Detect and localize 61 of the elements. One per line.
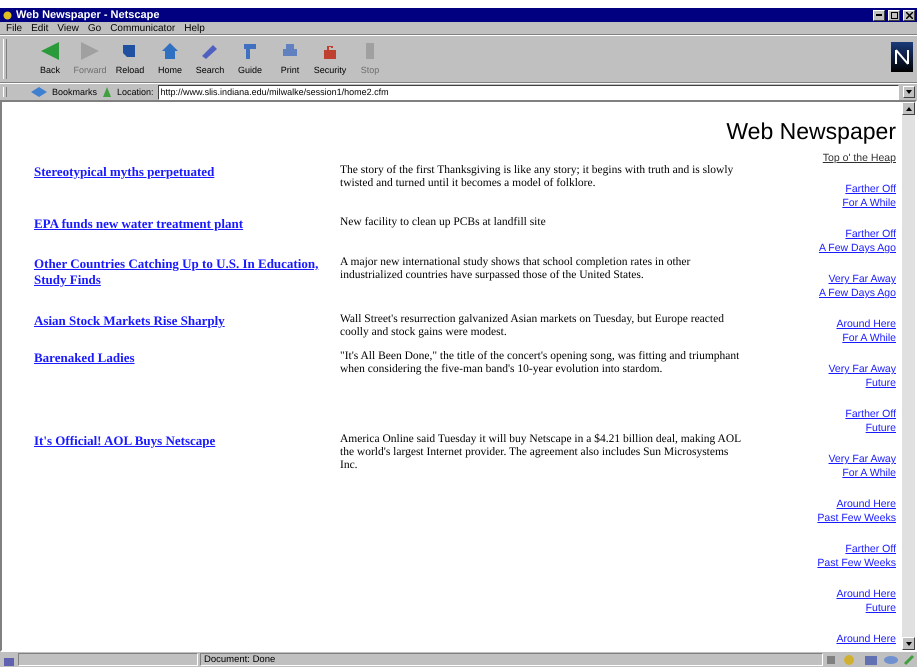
forward-icon: [79, 40, 101, 62]
url-field[interactable]: http://www.slis.indiana.edu/milwalke/session1/home2.cfm: [158, 84, 899, 100]
caret-icon: [906, 90, 912, 94]
logo-icon: [891, 42, 913, 72]
nav-link[interactable]: Very Far Away A Few Days Ago: [818, 272, 896, 300]
up-arrow-icon: [906, 106, 912, 110]
article-summary: The story of the first Thanksgiving is like any story; it begins with truth and is slowly twisted and turned until it becomes a model of folklore.: [340, 164, 734, 191]
headline-link[interactable]: Stereotypical myths perpetuated: [34, 164, 214, 180]
nav-link[interactable]: Around Here For A While: [836, 317, 896, 345]
nav-link[interactable]: Farther Off For A While: [842, 182, 896, 210]
window-title: Web Newspaper - Netscape: [16, 9, 160, 21]
scroll-up-button[interactable]: [902, 102, 915, 115]
toolbar-button[interactable]: Print: [270, 38, 310, 80]
minimize-icon: [876, 14, 882, 16]
headline-link[interactable]: Other Countries Catching Up to U.S. In Education, Study Finds: [34, 256, 340, 288]
nav-link[interactable]: Farther Off Future: [845, 407, 896, 435]
article-summary: New facility to clean up PCBs at landfill site: [340, 216, 547, 230]
scrollbar[interactable]: [902, 102, 915, 650]
menu-item[interactable]: Help: [184, 22, 205, 34]
article-summary: "It's All Been Done," the title of the concert's opening song, was fitting and triumphant when considering the five-man band's 10-year evolution into stardom.: [340, 350, 740, 377]
app-icon: [2, 10, 13, 20]
nav-link[interactable]: Around Here Future: [836, 587, 896, 615]
article-summary: America Online said Tuesday it will buy Netscape in a $4.21 billion deal, making AOL the world's largest Internet provider. The agreement also includes Sun Microsystems Inc.: [340, 433, 742, 473]
headline-link[interactable]: Barenaked Ladies: [34, 350, 135, 366]
nav-link[interactable]: Farther Off Past Few Weeks: [817, 542, 896, 570]
page-icon: [101, 86, 114, 98]
toolbar-button[interactable]: Guide: [230, 38, 270, 80]
down-arrow-icon: [906, 642, 912, 646]
toolbar-button[interactable]: Search: [190, 38, 230, 80]
menu-item[interactable]: View: [57, 22, 79, 34]
article-summary: A major new international study shows that school completion rates in other industrialized countries have surpassed those of the United States.: [340, 256, 692, 283]
toolbar-button[interactable]: Home: [150, 38, 190, 80]
nav-link[interactable]: Top o' the Heap: [822, 151, 896, 165]
toolbar-button[interactable]: Reload: [110, 38, 150, 80]
maximize-icon: [890, 12, 898, 18]
location-label: Location:: [117, 87, 154, 97]
headline-link[interactable]: It's Official! AOL Buys Netscape: [34, 433, 216, 449]
close-button[interactable]: [903, 10, 915, 20]
nav-link[interactable]: Very Far Away Future: [828, 362, 896, 390]
headline-link[interactable]: EPA funds new water treatment plant: [34, 216, 244, 232]
menu-item[interactable]: File: [6, 22, 22, 34]
toolbar-button[interactable]: Back: [30, 38, 70, 80]
status-text: Document: Done: [200, 653, 823, 666]
headline-link[interactable]: Asian Stock Markets Rise Sharply: [34, 313, 225, 329]
maximize-button[interactable]: [888, 10, 900, 20]
minimize-button[interactable]: [873, 10, 885, 20]
nav-link[interactable]: Around Here Past Few Weeks: [817, 497, 896, 525]
page-heading: Web Newspaper: [726, 118, 896, 145]
close-icon: [906, 12, 912, 18]
dropdown-button[interactable]: [903, 86, 915, 98]
menu-item[interactable]: Communicator: [110, 22, 176, 34]
article-summary: Wall Street's resurrection galvanized Asian markets on Tuesday, but Europe reacted coolly and stock gains were modest.: [340, 313, 725, 340]
nav-link[interactable]: Around Here: [836, 632, 896, 646]
back-icon: [39, 40, 61, 62]
nav-link[interactable]: Very Far Away For A While: [828, 452, 896, 480]
toolbar-button[interactable]: Security: [310, 38, 350, 80]
bookmarks-button[interactable]: Bookmarks: [52, 87, 98, 97]
menu-item[interactable]: Edit: [31, 22, 48, 34]
nav-link[interactable]: Farther Off A Few Days Ago: [818, 227, 896, 255]
menu-item[interactable]: Go: [88, 22, 102, 34]
scroll-down-button[interactable]: [902, 637, 915, 650]
